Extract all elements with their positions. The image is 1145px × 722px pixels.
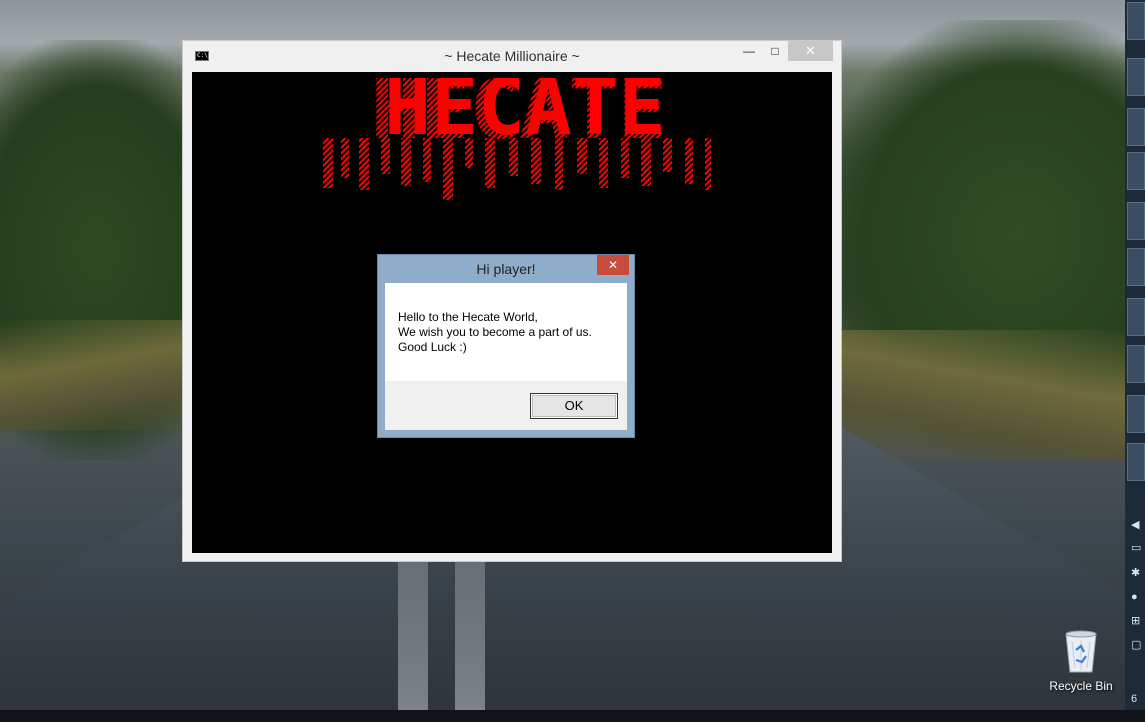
notification-icon[interactable]: ✱ <box>1131 566 1145 580</box>
maximize-button[interactable]: □ <box>764 41 786 61</box>
minimize-button[interactable]: — <box>738 41 760 61</box>
taskbar-pinned-app[interactable] <box>1127 248 1145 286</box>
taskbar-pinned-app[interactable] <box>1127 298 1145 336</box>
close-button[interactable]: ✕ <box>788 41 833 61</box>
action-center-icon[interactable]: ▢ <box>1131 638 1145 652</box>
windows-flag-icon[interactable]: ⊞ <box>1131 614 1145 628</box>
hecate-logo: HECATE HECATE <box>323 78 711 200</box>
dialog-close-button[interactable]: ✕ <box>597 255 629 275</box>
ok-button[interactable]: OK <box>530 393 618 419</box>
wallpaper-road-line <box>398 560 428 722</box>
dialog-content: Hello to the Hecate World, We wish you t… <box>385 283 627 381</box>
dialog-message-line: Good Luck :) <box>398 340 467 354</box>
dialog-message-line: Hello to the Hecate World, <box>398 310 538 324</box>
taskbar-pinned-app[interactable] <box>1127 395 1145 433</box>
taskbar-bottom-edge <box>0 710 1145 722</box>
taskbar-pinned-app[interactable] <box>1127 443 1145 481</box>
recycle-bin-icon <box>1065 630 1097 673</box>
taskbar-pinned-app[interactable] <box>1127 152 1145 190</box>
clock[interactable]: 6 <box>1131 692 1145 706</box>
tray-app-icon[interactable]: ● <box>1131 590 1145 604</box>
wallpaper-grass-left <box>0 320 200 430</box>
dialog-message-line: We wish you to become a part of us. <box>398 325 592 339</box>
wallpaper-road-line <box>455 560 485 722</box>
recycle-bin-label: Recycle Bin <box>1049 679 1113 693</box>
dialog-footer: OK <box>385 381 627 430</box>
taskbar-pinned-app[interactable] <box>1127 108 1145 146</box>
dialog-message: Hello to the Hecate World, We wish you t… <box>398 310 623 355</box>
logo-text: HECATE <box>384 78 666 153</box>
wallpaper-grass-right <box>840 330 1140 460</box>
volume-icon[interactable]: ◀ <box>1131 518 1145 532</box>
message-dialog: Hi player! ✕ Hello to the Hecate World, … <box>377 254 635 438</box>
taskbar-pinned-app[interactable] <box>1127 2 1145 40</box>
network-icon[interactable]: ▭ <box>1131 541 1145 555</box>
title-bar[interactable]: C:\ ~ Hecate Millionaire ~ — □ ✕ <box>183 41 841 71</box>
recycle-bin-shortcut[interactable]: Recycle Bin <box>1043 628 1119 698</box>
taskbar-pinned-app[interactable] <box>1127 345 1145 383</box>
desktop: ◀ ▭ ✱ ● ⊞ ▢ 6 Recycle Bin C:\ ~ Hecate M… <box>0 0 1145 722</box>
taskbar-pinned-app[interactable] <box>1127 58 1145 96</box>
taskbar-pinned-app[interactable] <box>1127 202 1145 240</box>
dialog-title[interactable]: Hi player! <box>378 261 634 277</box>
